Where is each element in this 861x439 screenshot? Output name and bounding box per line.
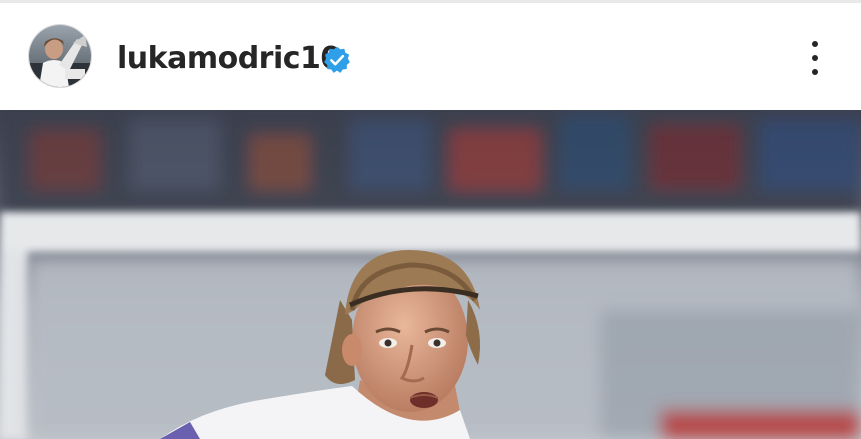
more-dot (812, 55, 818, 61)
username[interactable]: lukamodric10 (117, 41, 341, 77)
verified-badge-icon (324, 46, 350, 73)
avatar-image (29, 25, 91, 87)
more-options-icon[interactable] (800, 35, 830, 81)
post-header: lukamodric10 (0, 3, 861, 110)
post-photo-image (0, 110, 861, 439)
instagram-post: lukamodric10 (0, 0, 861, 439)
profile-avatar[interactable] (29, 25, 91, 87)
more-dot (812, 41, 818, 47)
more-dot (812, 69, 818, 75)
post-photo[interactable] (0, 110, 861, 439)
